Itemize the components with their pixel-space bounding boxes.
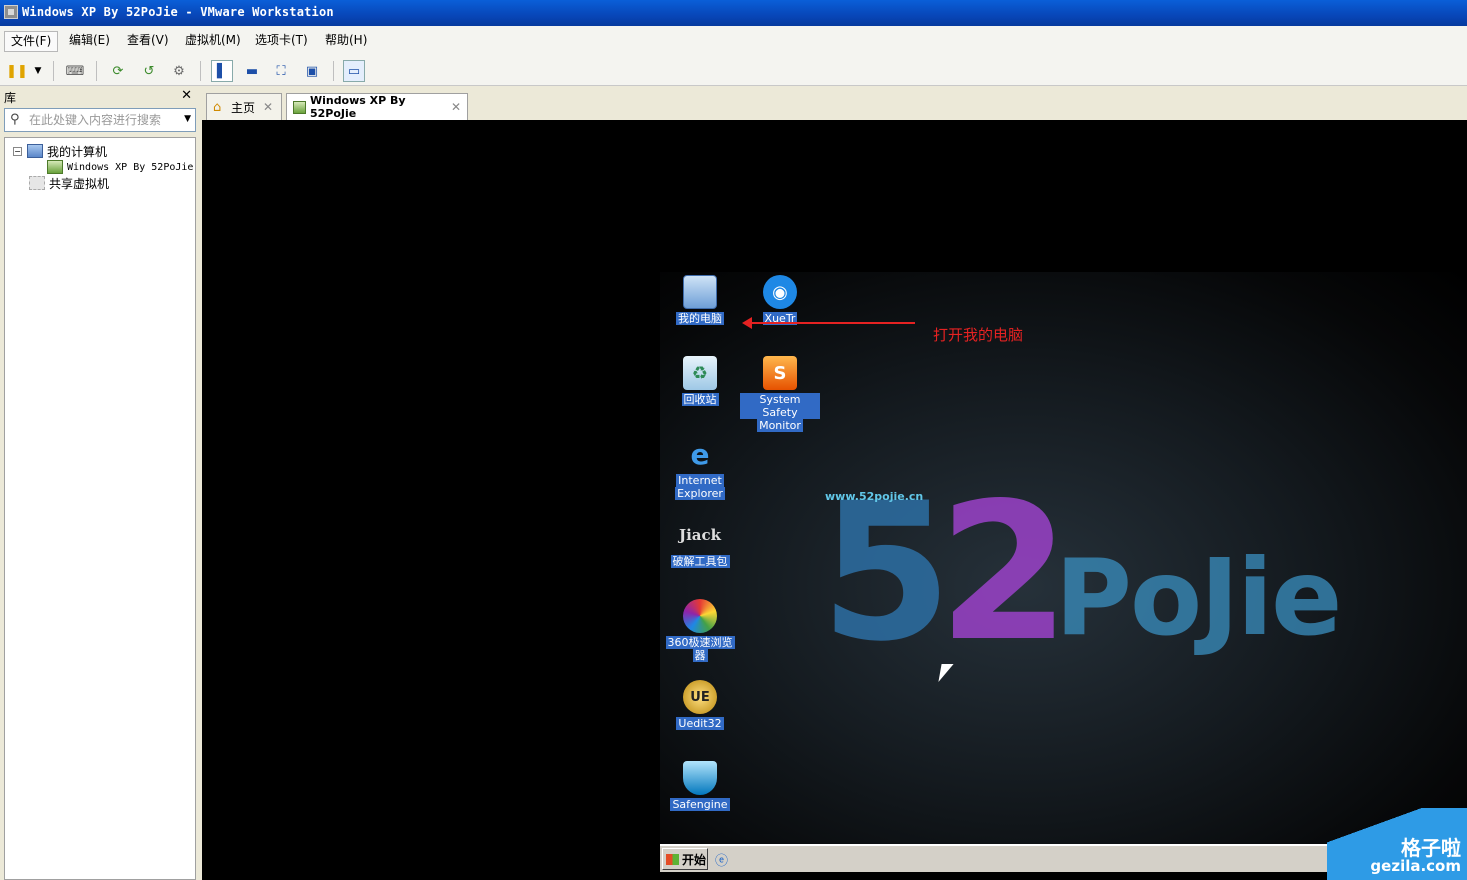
window-title: Windows XP By 52PoJie - VMware Workstati… (22, 5, 334, 19)
toolbar: ❚❚ ▼ ⌨ ⟳ ↺ ⚙ ▌ ▬ ⛶ ▣ ▭ (0, 56, 1467, 86)
vmware-app-icon (4, 5, 18, 19)
icon-label: Monitor (757, 419, 803, 432)
tab-label: Windows XP By 52PoJie (309, 94, 406, 120)
toolbar-separator (96, 61, 97, 81)
tree-item-shared-vms[interactable]: 共享虚拟机 (29, 175, 109, 191)
icon-label: Uedit32 (676, 717, 724, 730)
snapshot-manager-icon[interactable]: ⚙ (168, 60, 190, 82)
library-tree: − 我的计算机 Windows XP By 52PoJie 共享虚拟机 (4, 137, 196, 880)
toolbar-separator (53, 61, 54, 81)
wallpaper-text: PoJie (1055, 537, 1342, 659)
windows-logo-icon (666, 853, 679, 865)
vm-icon (293, 100, 306, 114)
shield-icon (683, 761, 717, 795)
desktop-icon-uedit32[interactable]: UE Uedit32 (660, 680, 740, 730)
menu-tabs[interactable]: 选项卡(T) (249, 31, 314, 52)
toolbar-separator (333, 61, 334, 81)
uedit-icon: UE (683, 680, 717, 714)
library-panel: 库 ✕ ⚲ ▼ − 我的计算机 Windows XP By 52PoJie 共享… (0, 87, 200, 880)
menu-file[interactable]: 文件(F) (4, 31, 59, 52)
computer-icon (683, 275, 717, 309)
shared-vm-icon (29, 176, 45, 190)
library-header: 库 ✕ (0, 87, 200, 107)
jiack-icon: Jiack (678, 526, 722, 544)
tab-vm[interactable]: Windows XP By 52PoJie ✕ (286, 93, 468, 120)
annotation-arrow-line (750, 322, 915, 324)
tree-item-vm[interactable]: Windows XP By 52PoJie (47, 159, 193, 175)
tree-item-label: Windows XP By 52PoJie (67, 161, 194, 173)
desktop-icon-360-browser[interactable]: 360极速浏览 器 (660, 599, 740, 662)
menu-bar: 文件(F) 编辑(E) 查看(V) 虚拟机(M) 选项卡(T) 帮助(H) (0, 26, 1467, 56)
ie-icon: e (690, 437, 710, 471)
library-search-input[interactable] (29, 111, 177, 129)
library-title: 库 (4, 91, 17, 105)
icon-label: 360极速浏览 (665, 636, 735, 649)
menu-help[interactable]: 帮助(H) (319, 31, 373, 52)
search-icon: ⚲ (10, 112, 20, 127)
menu-vm[interactable]: 虚拟机(M) (179, 31, 247, 52)
tree-item-label: 我的计算机 (47, 144, 108, 159)
toolbar-separator (200, 61, 201, 81)
tree-item-label: 共享虚拟机 (49, 176, 110, 191)
icon-label: 破解工具包 (670, 555, 730, 568)
ie-quicklaunch-icon[interactable]: ⓔ (715, 850, 733, 869)
console-view-icon[interactable]: ▭ (343, 60, 365, 82)
snapshot-icon[interactable]: ⟳ (107, 60, 129, 82)
show-library-icon[interactable]: ▌ (211, 60, 233, 82)
start-button[interactable]: 开始 (662, 848, 708, 870)
icon-label: Internet (676, 474, 724, 487)
vm-console[interactable]: 5 2 PoJie www.52pojie.cn 我的电脑 ◉ XueTr ♻ … (202, 120, 1467, 880)
collapse-icon[interactable]: − (13, 146, 22, 156)
unity-icon[interactable]: ▣ (301, 60, 323, 82)
home-icon: ⌂ (213, 99, 222, 115)
watermark: 格子啦 gezila.com (1327, 808, 1467, 880)
power-dropdown-icon[interactable]: ▼ (27, 60, 49, 82)
icon-label: 器 (692, 649, 708, 662)
desktop-icon-my-computer[interactable]: 我的电脑 (660, 275, 740, 325)
send-keys-icon[interactable]: ⌨ (64, 60, 86, 82)
browser-360-icon (683, 599, 717, 633)
close-icon[interactable]: ✕ (263, 100, 273, 114)
shield-s-icon: S (763, 356, 797, 390)
desktop-icon-recycle-bin[interactable]: ♻ 回收站 (660, 356, 740, 406)
icon-label: Safengine (670, 798, 730, 811)
revert-snapshot-icon[interactable]: ↺ (138, 60, 160, 82)
wallpaper-text: 2 (938, 462, 1071, 683)
menu-edit[interactable]: 编辑(E) (63, 31, 116, 52)
recycle-bin-icon: ♻ (683, 356, 717, 390)
icon-label: System Safety (740, 393, 820, 419)
desktop-icon-xuetr[interactable]: ◉ XueTr (740, 275, 820, 325)
computer-icon (27, 144, 43, 158)
tab-bar: ⌂ 主页 ✕ Windows XP By 52PoJie ✕ (202, 87, 1467, 120)
icon-label: Explorer (675, 487, 725, 500)
full-screen-icon[interactable]: ⛶ (270, 60, 292, 82)
title-bar: Windows XP By 52PoJie - VMware Workstati… (0, 0, 1467, 26)
icon-label: 我的电脑 (676, 312, 724, 325)
desktop-icon-safengine[interactable]: Safengine (660, 761, 740, 811)
menu-view[interactable]: 查看(V) (121, 31, 175, 52)
thumbnail-bar-icon[interactable]: ▬ (241, 60, 263, 82)
tab-label: 主页 (231, 100, 256, 115)
xuetr-icon: ◉ (763, 275, 797, 309)
desktop-icon-internet-explorer[interactable]: e Internet Explorer (660, 437, 740, 500)
icon-label: 回收站 (681, 393, 719, 406)
desktop-icon-system-safety-monitor[interactable]: S System Safety Monitor (740, 356, 820, 432)
tree-item-my-computer[interactable]: − 我的计算机 (13, 143, 107, 159)
tab-home[interactable]: ⌂ 主页 ✕ (206, 93, 282, 120)
vm-icon (47, 160, 63, 174)
wallpaper-url: www.52pojie.cn (825, 490, 924, 503)
chevron-down-icon[interactable]: ▼ (184, 114, 191, 124)
close-icon[interactable]: ✕ (451, 100, 461, 114)
start-label: 开始 (682, 852, 707, 867)
pause-icon[interactable]: ❚❚ (6, 60, 28, 82)
annotation-text: 打开我的电脑 (933, 326, 1024, 344)
desktop-icon-toolkit[interactable]: Jiack 破解工具包 (660, 518, 740, 568)
watermark-url: gezila.com (1370, 857, 1461, 875)
close-icon[interactable]: ✕ (181, 88, 192, 103)
library-search: ⚲ ▼ (4, 108, 196, 132)
